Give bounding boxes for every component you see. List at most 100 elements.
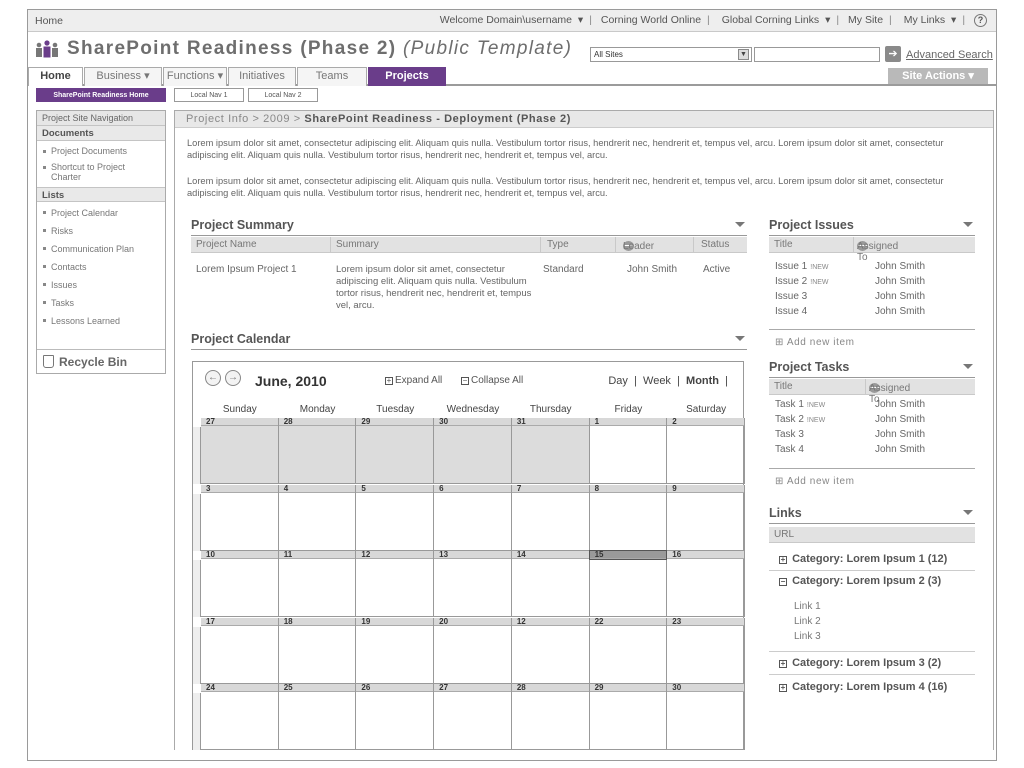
tasks-item-assigned[interactable]: John Smith <box>875 429 925 441</box>
calendar-day-cell[interactable]: 28 <box>511 684 590 751</box>
summary-leader[interactable]: John Smith <box>627 264 677 276</box>
week-expander[interactable] <box>193 626 201 684</box>
week-expander[interactable] <box>193 693 201 751</box>
calendar-day-cell[interactable]: 29 <box>589 684 668 751</box>
col-title[interactable]: Title <box>774 381 793 392</box>
calendar-day-cell[interactable]: 3 <box>201 484 279 551</box>
calendar-day-cell[interactable]: 18 <box>278 617 357 684</box>
calendar-day-cell[interactable]: 16 <box>667 551 745 618</box>
tab-initiatives[interactable]: Initiatives <box>228 67 296 86</box>
leftnav-item-risks[interactable]: Risks <box>37 222 165 240</box>
calendar-day-cell[interactable]: 9 <box>667 484 745 551</box>
issues-item-title[interactable]: Issue 1 !NEW <box>775 261 829 274</box>
col-url[interactable]: URL <box>774 529 794 540</box>
week-expander[interactable] <box>193 560 201 618</box>
calendar-day-cell[interactable]: 2 <box>667 418 745 484</box>
col-title[interactable]: Title <box>774 239 793 250</box>
prev-month-icon[interactable]: ← <box>205 370 221 386</box>
leftnav-item-communication-plan[interactable]: Communication Plan <box>37 240 165 258</box>
calendar-day-cell[interactable]: 29 <box>356 418 435 484</box>
webpart-menu-icon[interactable] <box>735 222 745 227</box>
help-icon[interactable]: ? <box>974 14 987 27</box>
tab-teams[interactable]: Teams <box>297 67 367 86</box>
view-week[interactable]: Week <box>643 375 671 387</box>
calendar-day-cell[interactable]: 20 <box>434 617 512 684</box>
leftnav-item-project-calendar[interactable]: Project Calendar <box>37 204 165 222</box>
tab-business[interactable]: Business ▾ <box>84 67 162 86</box>
calendar-day-cell[interactable]: 15 <box>588 550 668 618</box>
issues-item-assigned[interactable]: John Smith <box>875 291 925 303</box>
calendar-day-cell[interactable]: 26 <box>356 684 435 751</box>
calendar-day-cell[interactable]: 31 <box>511 418 590 484</box>
corning-world-link[interactable]: Corning World Online <box>601 14 701 26</box>
link-item[interactable]: Link 3 <box>794 631 821 642</box>
leftnav-item-project-charter[interactable]: Shortcut to Project Charter <box>37 159 147 185</box>
week-expander[interactable] <box>193 427 201 484</box>
link-item[interactable]: Link 2 <box>794 616 821 627</box>
calendar-day-cell[interactable]: 7 <box>511 484 590 551</box>
calendar-day-cell[interactable]: 30 <box>434 418 512 484</box>
collapse-all-button[interactable]: − Collapse All <box>461 375 523 386</box>
calendar-day-cell[interactable]: 27 <box>434 684 512 751</box>
top-home-link[interactable]: Home <box>35 15 63 27</box>
leftnav-heading[interactable]: Project Site Navigation <box>37 111 165 126</box>
calendar-day-cell[interactable]: 17 <box>201 617 279 684</box>
tasks-item-assigned[interactable]: John Smith <box>875 414 925 426</box>
view-day[interactable]: Day <box>608 375 628 387</box>
calendar-day-cell[interactable]: 8 <box>589 484 668 551</box>
search-input[interactable] <box>754 47 880 62</box>
tab-home[interactable]: Home <box>28 67 83 86</box>
calendar-day-cell[interactable]: 10 <box>201 551 279 618</box>
tasks-item-title[interactable]: Task 2 !NEW <box>775 414 825 427</box>
localnav-2[interactable]: Local Nav 2 <box>248 88 318 102</box>
leftnav-section-lists[interactable]: Lists <box>37 187 165 202</box>
issues-item-assigned[interactable]: John Smith <box>875 276 925 288</box>
calendar-day-cell[interactable]: 23 <box>667 617 745 684</box>
links-category-3[interactable]: + Category: Lorem Ipsum 3 (2) <box>779 657 941 669</box>
tasks-item-assigned[interactable]: John Smith <box>875 399 925 411</box>
summary-project-name[interactable]: Lorem Ipsum Project 1 <box>196 264 297 276</box>
tasks-item-title[interactable]: Task 4 <box>775 444 804 456</box>
tasks-item-title[interactable]: Task 3 <box>775 429 804 441</box>
links-category-2[interactable]: − Category: Lorem Ipsum 2 (3) <box>779 575 941 587</box>
links-category-4[interactable]: + Category: Lorem Ipsum 4 (16) <box>779 681 947 693</box>
col-summary[interactable]: Summary <box>336 239 379 250</box>
calendar-day-cell[interactable]: 22 <box>589 617 668 684</box>
calendar-day-cell[interactable]: 11 <box>278 551 357 618</box>
localnav-1[interactable]: Local Nav 1 <box>174 88 244 102</box>
links-category-1[interactable]: + Category: Lorem Ipsum 1 (12) <box>779 553 947 565</box>
leftnav-item-tasks[interactable]: Tasks <box>37 294 165 312</box>
leftnav-item-lessons-learned[interactable]: Lessons Learned <box>37 312 165 330</box>
next-month-icon[interactable]: → <box>225 370 241 386</box>
webpart-menu-icon[interactable] <box>963 364 973 369</box>
issues-item-assigned[interactable]: John Smith <box>875 306 925 318</box>
search-go-icon[interactable]: ➔ <box>885 46 901 62</box>
col-type[interactable]: Type <box>547 239 569 250</box>
search-scope-select[interactable]: All Sites ▼ <box>590 47 752 62</box>
view-month[interactable]: Month <box>686 375 719 387</box>
tasks-item-title[interactable]: Task 1 !NEW <box>775 399 825 412</box>
calendar-day-cell[interactable]: 5 <box>356 484 435 551</box>
calendar-day-cell[interactable]: 12 <box>511 617 590 684</box>
tasks-item-assigned[interactable]: John Smith <box>875 444 925 456</box>
webpart-menu-icon[interactable] <box>963 222 973 227</box>
calendar-day-cell[interactable]: 25 <box>278 684 357 751</box>
tab-functions[interactable]: Functions ▾ <box>163 67 227 86</box>
col-project-name[interactable]: Project Name <box>196 239 257 250</box>
leftnav-section-documents[interactable]: Documents <box>37 126 165 141</box>
welcome-menu[interactable]: Welcome Domain\username ▾ <box>437 14 583 26</box>
issues-item-title[interactable]: Issue 3 <box>775 291 807 303</box>
leftnav-item-contacts[interactable]: Contacts <box>37 258 165 276</box>
webpart-menu-icon[interactable] <box>963 510 973 515</box>
calendar-day-cell[interactable]: 27 <box>201 418 279 484</box>
calendar-day-cell[interactable]: 28 <box>278 418 357 484</box>
calendar-day-cell[interactable]: 14 <box>511 551 590 618</box>
my-site-link[interactable]: My Site <box>848 14 883 26</box>
calendar-day-cell[interactable]: 30 <box>667 684 745 751</box>
calendar-day-cell[interactable]: 4 <box>278 484 357 551</box>
site-actions-button[interactable]: Site Actions ▾ <box>888 68 988 84</box>
issues-item-title[interactable]: Issue 4 <box>775 306 807 318</box>
advanced-search-link[interactable]: Advanced Search <box>906 49 993 61</box>
calendar-day-cell[interactable]: 24 <box>201 684 279 751</box>
leftnav-item-issues[interactable]: Issues <box>37 276 165 294</box>
